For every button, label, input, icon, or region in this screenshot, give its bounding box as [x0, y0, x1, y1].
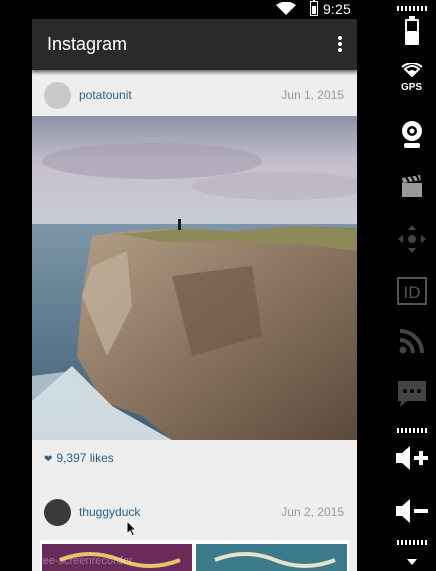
clock: 9:25 — [322, 1, 351, 17]
id-icon[interactable]: ID — [387, 271, 436, 311]
rss-icon[interactable] — [387, 321, 436, 361]
volume-down-icon[interactable] — [387, 491, 436, 531]
likes-text: 9,397 likes — [56, 451, 114, 465]
battery-icon[interactable] — [387, 11, 436, 51]
post-header: thuggyduck Jun 2, 2015 — [32, 495, 357, 539]
post-username[interactable]: potatounit — [79, 88, 132, 102]
app-bar-shadow — [32, 70, 357, 76]
panel-divider — [397, 540, 427, 545]
chevron-down-icon[interactable] — [387, 552, 436, 571]
id-icon-label: ID — [403, 283, 420, 302]
post-username[interactable]: thuggyduck — [79, 505, 140, 519]
battery-status-icon — [310, 0, 318, 16]
likes-count[interactable]: ❤ 9,397 likes — [44, 451, 114, 465]
dpad-icon[interactable] — [387, 219, 436, 259]
gps-label: GPS — [400, 82, 423, 93]
wifi-icon — [276, 2, 296, 15]
app-screen: Instagram potatounit Jun 1, 2015 ❤ 9,397… — [32, 19, 357, 571]
app-bar: Instagram — [32, 19, 357, 70]
more-vert-icon[interactable] — [337, 36, 343, 52]
avatar[interactable] — [44, 82, 71, 109]
status-bar: 9:25 — [0, 0, 387, 19]
post-photo[interactable] — [32, 116, 357, 440]
mouse-cursor-icon — [126, 520, 138, 537]
camera-icon[interactable] — [387, 114, 436, 154]
emulator-side-panel: GPS ID — [387, 0, 436, 571]
panel-divider — [397, 428, 427, 433]
clapperboard-icon[interactable] — [387, 166, 436, 206]
gps-icon[interactable] — [387, 58, 436, 82]
post-date: Jun 2, 2015 — [281, 505, 344, 519]
watermark: free-screenrecorder — [36, 555, 133, 567]
post-date: Jun 1, 2015 — [281, 88, 344, 102]
volume-up-icon[interactable] — [387, 438, 436, 478]
app-title: Instagram — [47, 34, 128, 54]
heart-icon: ❤ — [44, 454, 53, 465]
avatar[interactable] — [44, 499, 71, 526]
sms-icon[interactable] — [387, 374, 436, 414]
coastal-cliff-photo — [32, 116, 357, 440]
